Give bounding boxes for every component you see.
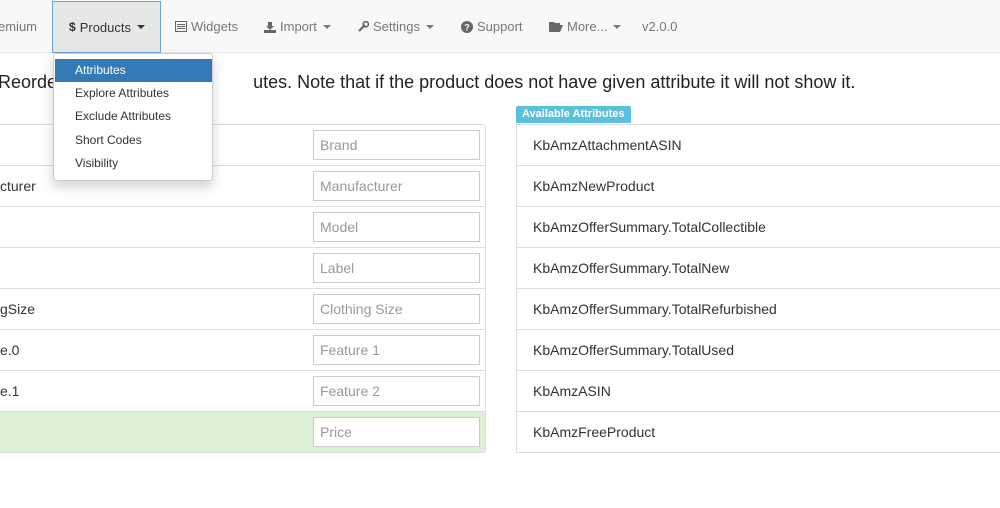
list-item[interactable]: KbAmzOfferSummary.TotalNew — [517, 248, 1000, 289]
list-item[interactable]: KbAmzAttachmentASIN — [517, 125, 1000, 166]
version-label: v2.0.0 — [642, 19, 678, 34]
attribute-name: e.1 — [0, 383, 20, 399]
list-item[interactable]: e.1 — [0, 371, 485, 412]
menu-item-explore-attributes[interactable]: Explore Attributes — [55, 82, 212, 105]
dollar-icon: $ — [69, 20, 76, 34]
wrench-icon — [357, 20, 369, 33]
attribute-label-input[interactable] — [313, 417, 480, 447]
attribute-name: cturer — [0, 178, 36, 194]
available-attributes-list: KbAmzAttachmentASIN KbAmzNewProduct KbAm… — [516, 124, 1000, 453]
question-circle-icon: ? — [461, 20, 473, 33]
nav-widgets[interactable]: Widgets — [175, 0, 238, 53]
list-item[interactable]: KbAmzOfferSummary.TotalCollectible — [517, 207, 1000, 248]
list-item[interactable]: KbAmzASIN — [517, 371, 1000, 412]
nav-more[interactable]: More... — [549, 0, 622, 53]
attribute-label-input[interactable] — [313, 212, 480, 242]
chevron-down-icon — [613, 24, 622, 29]
nav-products-label: Products — [79, 19, 131, 35]
available-attributes-label: Available Attributes — [516, 106, 631, 123]
svg-text:?: ? — [464, 22, 470, 32]
nav-premium-label: emium — [0, 19, 38, 34]
chevron-down-icon — [322, 24, 331, 29]
nav-import[interactable]: Import — [264, 0, 331, 53]
chevron-down-icon — [425, 24, 434, 29]
attribute-label-input[interactable] — [313, 294, 480, 324]
import-icon — [264, 21, 276, 33]
folder-open-icon — [549, 21, 563, 32]
nav-version: v2.0.0 — [642, 0, 677, 53]
menu-item-visibility[interactable]: Visibility — [55, 152, 212, 175]
nav-products[interactable]: $ Products — [52, 1, 161, 53]
chevron-down-icon — [137, 25, 145, 29]
list-item[interactable]: KbAmzOfferSummary.TotalRefurbished — [517, 289, 1000, 330]
nav-support[interactable]: ? Support — [461, 0, 523, 53]
list-item[interactable]: KbAmzNewProduct — [517, 166, 1000, 207]
list-item[interactable] — [0, 412, 485, 452]
nav-settings-label: Settings — [373, 19, 420, 34]
nav-widgets-label: Widgets — [191, 19, 238, 34]
menu-item-attributes[interactable]: Attributes — [55, 59, 212, 82]
nav-import-label: Import — [280, 19, 317, 34]
attribute-label-input[interactable] — [313, 253, 480, 283]
list-item[interactable] — [0, 248, 485, 289]
list-item[interactable]: KbAmzFreeProduct — [517, 412, 1000, 453]
list-icon — [175, 21, 187, 32]
products-dropdown-menu: Attributes Explore Attributes Exclude At… — [53, 53, 213, 181]
nav-support-label: Support — [477, 19, 523, 34]
attribute-name: gSize — [0, 301, 36, 317]
attribute-label-input[interactable] — [313, 171, 480, 201]
attribute-name: e.0 — [0, 342, 20, 358]
nav-more-label: More... — [567, 19, 608, 34]
list-item[interactable]: e.0 — [0, 330, 485, 371]
nav-premium[interactable]: emium — [0, 0, 37, 53]
list-item[interactable] — [0, 207, 485, 248]
list-item[interactable]: KbAmzOfferSummary.TotalUsed — [517, 330, 1000, 371]
attribute-label-input[interactable] — [313, 130, 480, 160]
menu-item-exclude-attributes[interactable]: Exclude Attributes — [55, 105, 212, 128]
menu-item-short-codes[interactable]: Short Codes — [55, 129, 212, 152]
top-navbar: emium $ Products Widgets Import Settings… — [0, 0, 1000, 53]
nav-settings[interactable]: Settings — [357, 0, 434, 53]
attribute-label-input[interactable] — [313, 335, 480, 365]
attribute-label-input[interactable] — [313, 376, 480, 406]
list-item[interactable]: gSize — [0, 289, 485, 330]
